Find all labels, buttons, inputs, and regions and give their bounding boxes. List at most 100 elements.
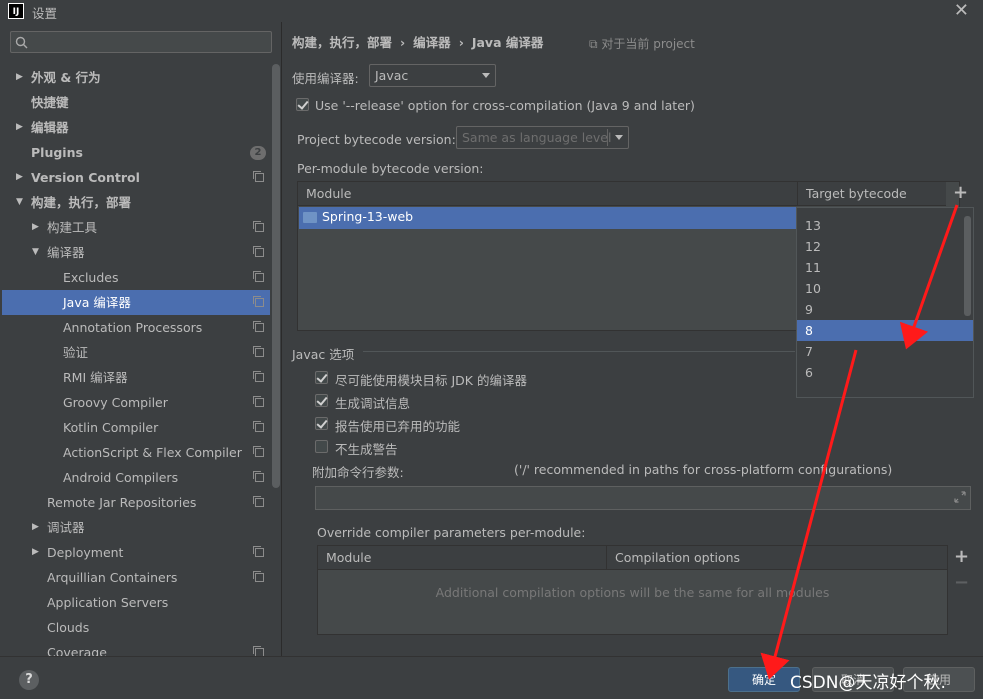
sidebar-item-label: Arquillian Containers xyxy=(47,570,178,585)
sidebar-item[interactable]: ▶ Version Control xyxy=(2,165,270,190)
sidebar-item[interactable]: 快捷键 xyxy=(2,90,270,115)
breadcrumb: 构建，执行，部署 › 编译器 › Java 编译器 xyxy=(292,32,551,51)
javac-option-checkbox[interactable] xyxy=(315,371,328,384)
project-scope-icon xyxy=(253,221,264,232)
sidebar-item-label: 构建工具 xyxy=(47,220,98,235)
sidebar-item[interactable]: RMI 编译器 xyxy=(2,365,270,390)
project-bytecode-label: Project bytecode version: xyxy=(297,132,456,147)
app-logo-icon: IJ xyxy=(8,3,24,19)
javac-option-label: 生成调试信息 xyxy=(335,396,411,411)
column-header-module[interactable]: Module xyxy=(298,182,798,206)
sidebar-item[interactable]: 验证 xyxy=(2,340,270,365)
chevron-right-icon[interactable]: ▶ xyxy=(32,515,39,540)
sidebar-item[interactable]: ▶ 编辑器 xyxy=(2,115,270,140)
target-version-dropdown: 13 12 11 10 9 8 7 6 xyxy=(796,207,974,398)
cmd-params-input[interactable] xyxy=(315,486,971,510)
sidebar-item-label: 外观 & 行为 xyxy=(31,70,101,85)
column-header-target[interactable]: Target bytecode version xyxy=(798,182,946,225)
column-header-module[interactable]: Module xyxy=(318,546,607,570)
chevron-down-icon[interactable]: ▼ xyxy=(16,190,23,215)
cmd-params-label: 附加命令行参数: xyxy=(312,465,404,480)
version-option[interactable]: 7 xyxy=(797,341,973,362)
sidebar-item[interactable]: ▶ 调试器 xyxy=(2,515,270,540)
sidebar-item-label: Deployment xyxy=(47,545,124,560)
release-option-checkbox[interactable] xyxy=(296,98,309,111)
module-name: Spring-13-web xyxy=(322,209,414,224)
sidebar-item[interactable]: Application Servers xyxy=(2,590,270,615)
sidebar-item[interactable]: Excludes xyxy=(2,265,270,290)
sidebar-item-label: Version Control xyxy=(31,170,140,185)
close-icon[interactable]: ✕ xyxy=(954,0,969,21)
sidebar-item[interactable]: ▶ 构建工具 xyxy=(2,215,270,240)
javac-option-checkbox[interactable] xyxy=(315,417,328,430)
version-option[interactable]: 10 xyxy=(797,278,973,299)
version-option[interactable]: 6 xyxy=(797,362,973,383)
version-option[interactable]: 9 xyxy=(797,299,973,320)
sidebar-item[interactable]: ▼ 构建，执行，部署 xyxy=(2,190,270,215)
remove-override-button[interactable]: − xyxy=(954,572,969,593)
project-scope-note: ⧉ 对于当前 project xyxy=(589,37,695,51)
chevron-down-icon[interactable]: ▼ xyxy=(32,240,39,265)
sidebar-item[interactable]: Remote Jar Repositories xyxy=(2,490,270,515)
sidebar-item[interactable]: ▶ Deployment xyxy=(2,540,270,565)
sidebar-item[interactable]: ActionScript & Flex Compiler xyxy=(2,440,270,465)
sidebar-scrollbar[interactable] xyxy=(272,64,280,488)
project-scope-icon xyxy=(253,421,264,432)
version-option[interactable]: 12 xyxy=(797,236,973,257)
breadcrumb-item: 构建，执行，部署 xyxy=(292,35,393,50)
sidebar-item[interactable]: Clouds xyxy=(2,615,270,640)
add-override-button[interactable]: + xyxy=(954,546,969,567)
chevron-down-icon xyxy=(615,135,623,140)
version-option[interactable]: 13 xyxy=(797,215,973,236)
expand-icon[interactable] xyxy=(954,491,966,503)
project-scope-icon xyxy=(253,246,264,257)
sidebar-item[interactable]: ▼ 编译器 xyxy=(2,240,270,265)
dropdown-scrollbar[interactable] xyxy=(964,216,971,316)
release-option-label: Use '--release' option for cross-compila… xyxy=(315,98,695,113)
settings-search-input[interactable] xyxy=(10,31,272,53)
sidebar-item-label: 快捷键 xyxy=(31,95,69,110)
javac-section-title: Javac 选项 xyxy=(292,347,355,362)
sidebar-item-label: Groovy Compiler xyxy=(63,395,168,410)
sidebar-item-label: 编译器 xyxy=(47,245,85,260)
javac-option-checkbox[interactable] xyxy=(315,394,328,407)
sidebar-item[interactable]: ▶ 外观 & 行为 xyxy=(2,65,270,90)
javac-option-checkbox[interactable] xyxy=(315,440,328,453)
chevron-right-icon[interactable]: ▶ xyxy=(16,165,23,190)
project-scope-icon xyxy=(253,471,264,482)
project-bytecode-select[interactable]: Same as language level xyxy=(456,126,629,149)
project-scope-icon xyxy=(253,296,264,307)
chevron-right-icon[interactable]: ▶ xyxy=(16,115,23,140)
sidebar-item-label: Kotlin Compiler xyxy=(63,420,159,435)
sidebar-item-label: Annotation Processors xyxy=(63,320,203,335)
version-option[interactable]: 8 xyxy=(797,320,973,341)
breadcrumb-item: 编译器 xyxy=(413,35,451,50)
settings-sidebar: ▶ 外观 & 行为 快捷键 ▶ 编辑器 Plugins 2 ▶ Version Control ▼… xyxy=(0,22,282,660)
project-scope-icon xyxy=(253,171,264,182)
chevron-right-icon[interactable]: ▶ xyxy=(32,215,39,240)
sidebar-item[interactable]: Annotation Processors xyxy=(2,315,270,340)
javac-option-label: 不生成警告 xyxy=(335,442,398,457)
title-bar: IJ 设置 ✕ xyxy=(0,0,983,22)
chevron-right-icon[interactable]: ▶ xyxy=(16,65,23,90)
sidebar-item[interactable]: Arquillian Containers xyxy=(2,565,270,590)
compiler-select[interactable]: Javac xyxy=(369,64,496,87)
help-button[interactable]: ? xyxy=(19,670,39,690)
sidebar-item-label: Plugins xyxy=(31,145,83,160)
project-scope-icon xyxy=(253,571,264,582)
project-scope-icon xyxy=(253,321,264,332)
chevron-right-icon[interactable]: ▶ xyxy=(32,540,39,565)
sidebar-item[interactable]: Groovy Compiler xyxy=(2,390,270,415)
watermark: CSDN@天凉好个秋. xyxy=(790,673,946,693)
add-module-button[interactable]: + xyxy=(953,182,968,203)
javac-option-label: 报告使用已弃用的功能 xyxy=(335,419,461,434)
sidebar-item-label: 调试器 xyxy=(47,520,85,535)
sidebar-item-label: Clouds xyxy=(47,620,90,635)
column-header-options[interactable]: Compilation options xyxy=(607,546,947,570)
sidebar-item[interactable]: Plugins 2 xyxy=(2,140,270,165)
sidebar-item[interactable]: Kotlin Compiler xyxy=(2,415,270,440)
project-bytecode-value: Same as language level xyxy=(462,130,612,145)
sidebar-item[interactable]: Android Compilers xyxy=(2,465,270,490)
version-option[interactable]: 11 xyxy=(797,257,973,278)
sidebar-item[interactable]: Java 编译器 xyxy=(2,290,270,315)
